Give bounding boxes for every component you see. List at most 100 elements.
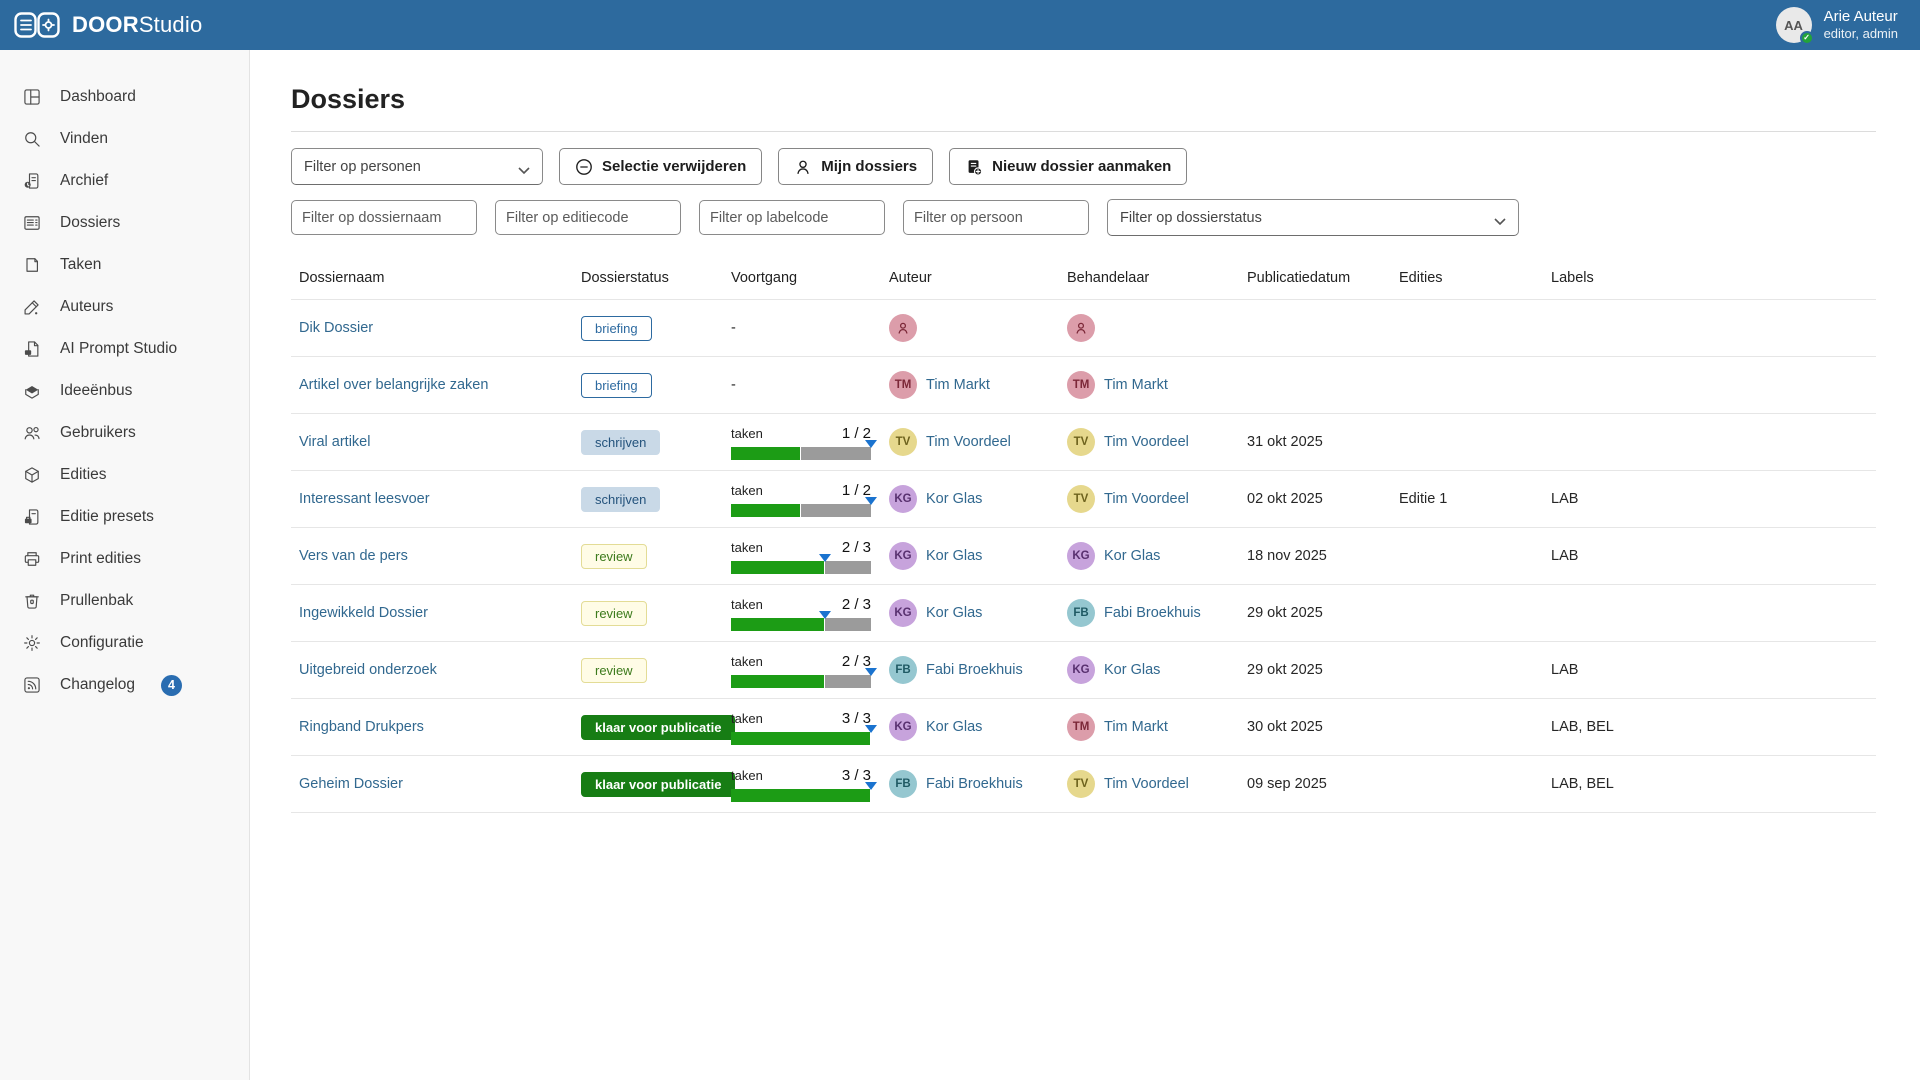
changelog-count-badge: 4 bbox=[161, 675, 182, 696]
user-menu[interactable]: AA ✓ Arie Auteur editor, admin bbox=[1776, 7, 1898, 43]
author-link[interactable]: Kor Glas bbox=[926, 719, 982, 735]
handler-link[interactable]: Tim Markt bbox=[1104, 719, 1168, 735]
author-link[interactable]: Fabi Broekhuis bbox=[926, 662, 1023, 678]
page-title: Dossiers bbox=[291, 84, 1876, 115]
filter-input-labelcode[interactable] bbox=[699, 200, 885, 235]
progress-bar bbox=[731, 731, 871, 745]
gear-icon bbox=[22, 633, 42, 653]
progress-indicator: taken2 / 3 bbox=[731, 539, 871, 574]
sidebar-item-dossiers[interactable]: Dossiers bbox=[0, 202, 249, 244]
dossier-name-link[interactable]: Artikel over belangrijke zaken bbox=[299, 377, 488, 393]
author-link[interactable]: Tim Markt bbox=[926, 377, 990, 393]
door-logo-icon bbox=[14, 12, 60, 38]
author-link[interactable]: Fabi Broekhuis bbox=[926, 776, 1023, 792]
sidebar-item-dashboard[interactable]: Dashboard bbox=[0, 76, 249, 118]
sidebar-item-ideeenbus[interactable]: Ideeënbus bbox=[0, 370, 249, 412]
handler-link[interactable]: Kor Glas bbox=[1104, 662, 1160, 678]
author-link[interactable]: Kor Glas bbox=[926, 491, 982, 507]
sidebar-item-ai-prompt-studio[interactable]: AI Prompt Studio bbox=[0, 328, 249, 370]
handler-link[interactable]: Fabi Broekhuis bbox=[1104, 605, 1201, 621]
top-bar: DOORStudio AA ✓ Arie Auteur editor, admi… bbox=[0, 0, 1920, 50]
new-dossier-button[interactable]: Nieuw dossier aanmaken bbox=[949, 148, 1187, 185]
dossier-name-link[interactable]: Dik Dossier bbox=[299, 320, 373, 336]
dossier-name-link[interactable]: Ingewikkeld Dossier bbox=[299, 605, 428, 621]
dossier-table-body: Dik Dossierbriefing-Artikel over belangr… bbox=[291, 300, 1876, 813]
minus-circle-icon bbox=[575, 158, 593, 176]
clear-selection-button[interactable]: Selectie verwijderen bbox=[559, 148, 762, 185]
person-filter-value: Filter op personen bbox=[304, 159, 421, 175]
handler-avatar: KG bbox=[1067, 542, 1095, 570]
ai-document-icon bbox=[22, 339, 42, 359]
sidebar-item-archief[interactable]: Archief bbox=[0, 160, 249, 202]
handler-cell: TMTim Markt bbox=[1067, 371, 1231, 399]
sidebar-item-configuratie[interactable]: Configuratie bbox=[0, 622, 249, 664]
sidebar-item-print-edities[interactable]: Print edities bbox=[0, 538, 249, 580]
table-row[interactable]: Viral artikelschrijventaken1 / 2TVTim Vo… bbox=[291, 414, 1876, 471]
author-cell: TVTim Voordeel bbox=[889, 428, 1051, 456]
dossier-name-link[interactable]: Geheim Dossier bbox=[299, 776, 403, 792]
table-row[interactable]: Interessant leesvoerschrijventaken1 / 2K… bbox=[291, 471, 1876, 528]
sidebar-item-changelog[interactable]: Changelog4 bbox=[0, 664, 249, 706]
publication-date: 29 okt 2025 bbox=[1239, 642, 1391, 699]
author-link[interactable]: Kor Glas bbox=[926, 605, 982, 621]
sidebar-item-taken[interactable]: Taken bbox=[0, 244, 249, 286]
document-toolbox-icon bbox=[22, 507, 42, 527]
handler-link[interactable]: Tim Markt bbox=[1104, 377, 1168, 393]
labels: LAB bbox=[1543, 471, 1876, 528]
sidebar-item-label: Vinden bbox=[60, 130, 108, 148]
presence-check-icon: ✓ bbox=[1800, 31, 1814, 45]
table-row[interactable]: Artikel over belangrijke zakenbriefing-T… bbox=[291, 357, 1876, 414]
column-header-labels: Labels bbox=[1543, 256, 1876, 300]
author-link[interactable]: Kor Glas bbox=[926, 548, 982, 564]
handler-cell bbox=[1067, 314, 1231, 342]
handler-link[interactable]: Tim Voordeel bbox=[1104, 491, 1189, 507]
handler-cell: KGKor Glas bbox=[1067, 656, 1231, 684]
handler-link[interactable]: Tim Voordeel bbox=[1104, 776, 1189, 792]
handler-avatar: FB bbox=[1067, 599, 1095, 627]
author-avatar: FB bbox=[889, 656, 917, 684]
table-row[interactable]: Geheim Dossierklaar voor publicatietaken… bbox=[291, 756, 1876, 813]
sidebar-item-edities[interactable]: Edities bbox=[0, 454, 249, 496]
status-badge: klaar voor publicatie bbox=[581, 715, 735, 740]
progress-label: taken bbox=[731, 483, 763, 498]
sidebar-item-prullenbak[interactable]: Prullenbak bbox=[0, 580, 249, 622]
column-header-dossierstatus: Dossierstatus bbox=[573, 256, 723, 300]
sidebar-item-label: Prullenbak bbox=[60, 592, 133, 610]
my-dossiers-button[interactable]: Mijn dossiers bbox=[778, 148, 933, 185]
handler-link[interactable]: Tim Voordeel bbox=[1104, 434, 1189, 450]
dossier-name-link[interactable]: Vers van de pers bbox=[299, 548, 408, 564]
progress-bar bbox=[731, 446, 871, 460]
sidebar-item-auteurs[interactable]: Auteurs bbox=[0, 286, 249, 328]
filter-input-dossiernaam[interactable] bbox=[291, 200, 477, 235]
status-badge: review bbox=[581, 601, 647, 626]
author-link[interactable]: Tim Voordeel bbox=[926, 434, 1011, 450]
dossier-name-link[interactable]: Uitgebreid onderzoek bbox=[299, 662, 437, 678]
dossier-name-link[interactable]: Ringband Drukpers bbox=[299, 719, 424, 735]
table-row[interactable]: Ringband Drukpersklaar voor publicatieta… bbox=[291, 699, 1876, 756]
sidebar-item-vinden[interactable]: Vinden bbox=[0, 118, 249, 160]
column-header-publicatiedatum: Publicatiedatum bbox=[1239, 256, 1391, 300]
chevron-down-icon bbox=[518, 163, 530, 171]
progress-indicator: taken3 / 3 bbox=[731, 767, 871, 802]
dossier-name-link[interactable]: Interessant leesvoer bbox=[299, 491, 430, 507]
status-filter-select[interactable]: Filter op dossierstatus bbox=[1107, 199, 1519, 236]
table-row[interactable]: Uitgebreid onderzoekreviewtaken2 / 3FBFa… bbox=[291, 642, 1876, 699]
author-cell bbox=[889, 314, 1051, 342]
progress-marker-icon bbox=[865, 440, 877, 448]
filter-input-persoon[interactable] bbox=[903, 200, 1089, 235]
person-filter-select[interactable]: Filter op personen bbox=[291, 148, 543, 185]
table-row[interactable]: Vers van de persreviewtaken2 / 3KGKor Gl… bbox=[291, 528, 1876, 585]
sidebar-item-label: Configuratie bbox=[60, 634, 144, 652]
table-row[interactable]: Dik Dossierbriefing- bbox=[291, 300, 1876, 357]
handler-link[interactable]: Kor Glas bbox=[1104, 548, 1160, 564]
main-content: Dossiers Filter op personen Selectie ver… bbox=[250, 50, 1920, 1080]
sidebar-item-gebruikers[interactable]: Gebruikers bbox=[0, 412, 249, 454]
brand-logo[interactable]: DOORStudio bbox=[14, 12, 202, 38]
dossier-name-link[interactable]: Viral artikel bbox=[299, 434, 370, 450]
labels bbox=[1543, 585, 1876, 642]
filter-input-editiecode[interactable] bbox=[495, 200, 681, 235]
sidebar-item-editie-presets[interactable]: Editie presets bbox=[0, 496, 249, 538]
table-row[interactable]: Ingewikkeld Dossierreviewtaken2 / 3KGKor… bbox=[291, 585, 1876, 642]
users-icon bbox=[22, 423, 42, 443]
author-cell: KGKor Glas bbox=[889, 485, 1051, 513]
